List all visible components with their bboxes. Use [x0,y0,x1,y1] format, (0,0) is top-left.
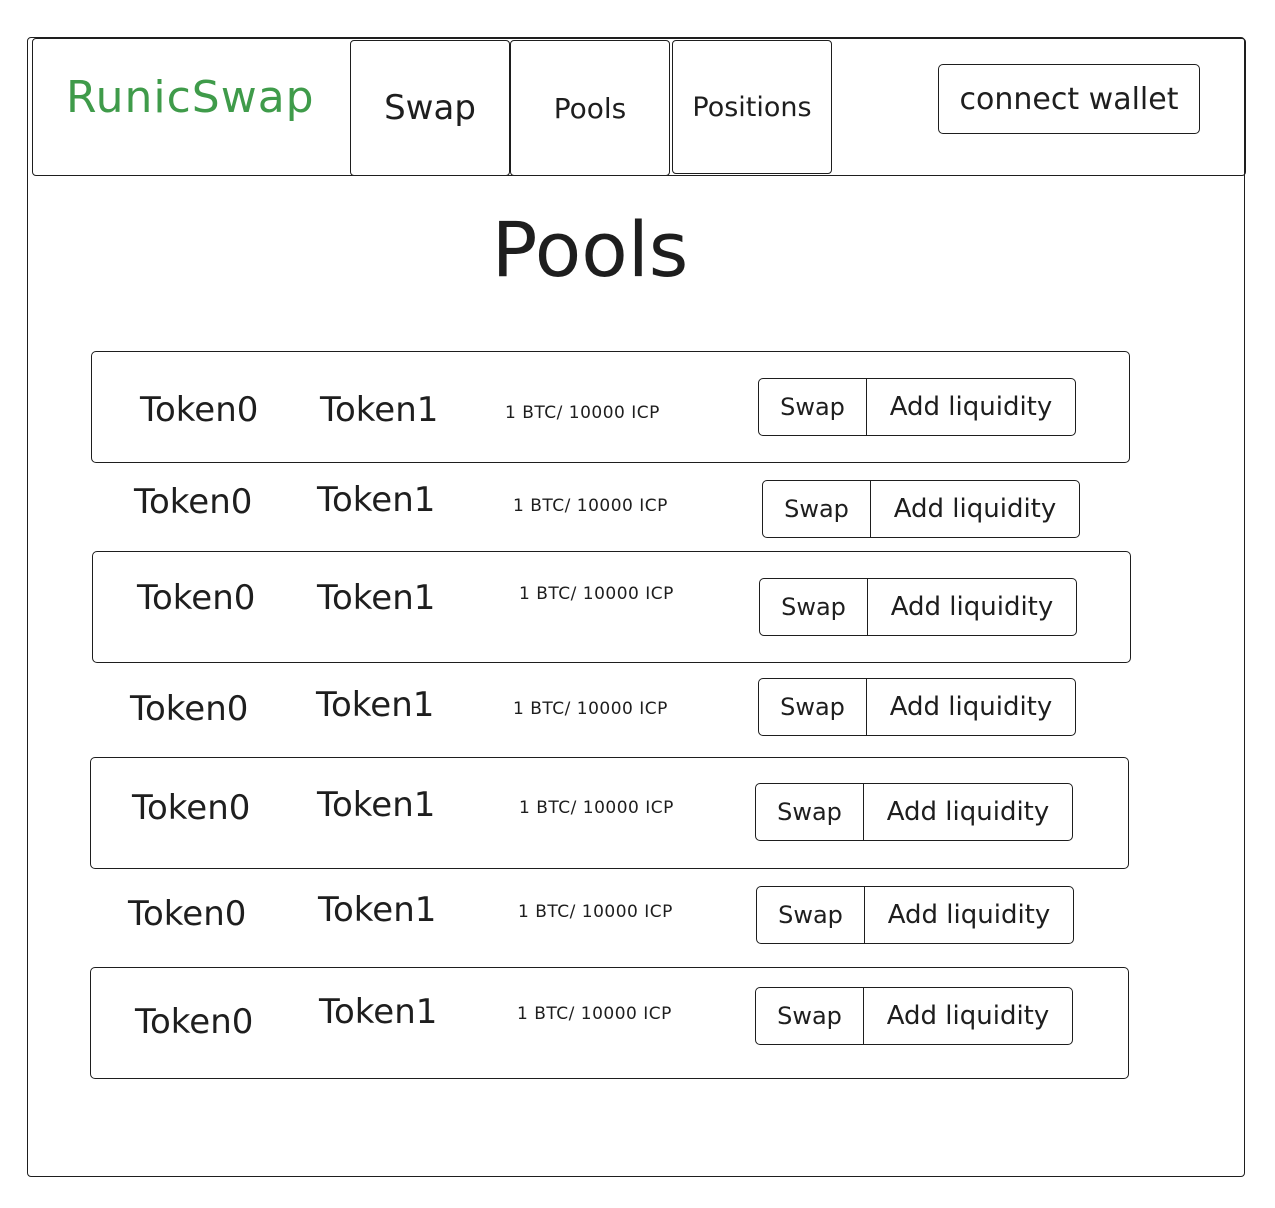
pool-token1: Token1 [319,992,438,1032]
pool-add-liquidity-button[interactable]: Add liquidity [864,784,1072,840]
pool-actions: Swap Add liquidity [755,783,1073,841]
pool-row: Token0 Token1 1 BTC/ 10000 ICP Swap Add … [90,757,1129,869]
pool-token1: Token1 [316,685,435,725]
pool-actions: Swap Add liquidity [759,578,1077,636]
page-title: Pools [491,205,689,294]
pool-row: Token0 Token1 1 BTC/ 10000 ICP Swap Add … [90,860,1129,972]
pool-actions: Swap Add liquidity [762,480,1080,538]
nav-tab-swap[interactable]: Swap [350,40,510,176]
pool-token1: Token1 [317,785,436,825]
pool-actions: Swap Add liquidity [758,378,1076,436]
pool-token0: Token0 [137,578,256,618]
pool-token1: Token1 [320,390,439,430]
connect-wallet-button[interactable]: connect wallet [938,64,1200,134]
pool-row: Token0 Token1 1 BTC/ 10000 ICP Swap Add … [92,551,1131,663]
pool-swap-button[interactable]: Swap [756,988,864,1044]
pool-token0: Token0 [140,390,259,430]
pool-rate: 1 BTC/ 10000 ICP [519,584,674,604]
pool-token0: Token0 [134,482,253,522]
pool-rate: 1 BTC/ 10000 ICP [513,496,668,516]
pool-token0: Token0 [135,1002,254,1042]
pool-add-liquidity-button[interactable]: Add liquidity [864,988,1072,1044]
app-logo[interactable]: RunicSwap [66,72,315,123]
pool-add-liquidity-button[interactable]: Add liquidity [867,379,1075,435]
pool-rate: 1 BTC/ 10000 ICP [518,902,673,922]
pool-token1: Token1 [317,578,436,618]
pool-actions: Swap Add liquidity [756,886,1074,944]
pool-swap-button[interactable]: Swap [757,887,865,943]
pool-token0: Token0 [128,894,247,934]
nav-tab-positions[interactable]: Positions [672,40,832,174]
pool-row: Token0 Token1 1 BTC/ 10000 ICP Swap Add … [91,652,1130,764]
pool-rate: 1 BTC/ 10000 ICP [519,798,674,818]
pool-token0: Token0 [132,788,251,828]
pool-swap-button[interactable]: Swap [763,481,871,537]
pool-swap-button[interactable]: Swap [760,579,868,635]
pool-row: Token0 Token1 1 BTC/ 10000 ICP Swap Add … [91,351,1130,463]
pool-token1: Token1 [317,480,436,520]
pool-rate: 1 BTC/ 10000 ICP [513,699,668,719]
pool-add-liquidity-button[interactable]: Add liquidity [871,481,1079,537]
pool-add-liquidity-button[interactable]: Add liquidity [865,887,1073,943]
pool-actions: Swap Add liquidity [755,987,1073,1045]
pool-actions: Swap Add liquidity [758,678,1076,736]
pool-add-liquidity-button[interactable]: Add liquidity [868,579,1076,635]
pool-row: Token0 Token1 1 BTC/ 10000 ICP Swap Add … [90,967,1129,1079]
pool-swap-button[interactable]: Swap [759,679,867,735]
pool-token0: Token0 [130,689,249,729]
nav-tab-pools[interactable]: Pools [510,40,670,176]
pool-add-liquidity-button[interactable]: Add liquidity [867,679,1075,735]
pool-row: Token0 Token1 1 BTC/ 10000 ICP Swap Add … [91,454,1130,566]
pool-rate: 1 BTC/ 10000 ICP [517,1004,672,1024]
pool-swap-button[interactable]: Swap [756,784,864,840]
pool-swap-button[interactable]: Swap [759,379,867,435]
pool-token1: Token1 [318,890,437,930]
pool-rate: 1 BTC/ 10000 ICP [505,403,660,423]
